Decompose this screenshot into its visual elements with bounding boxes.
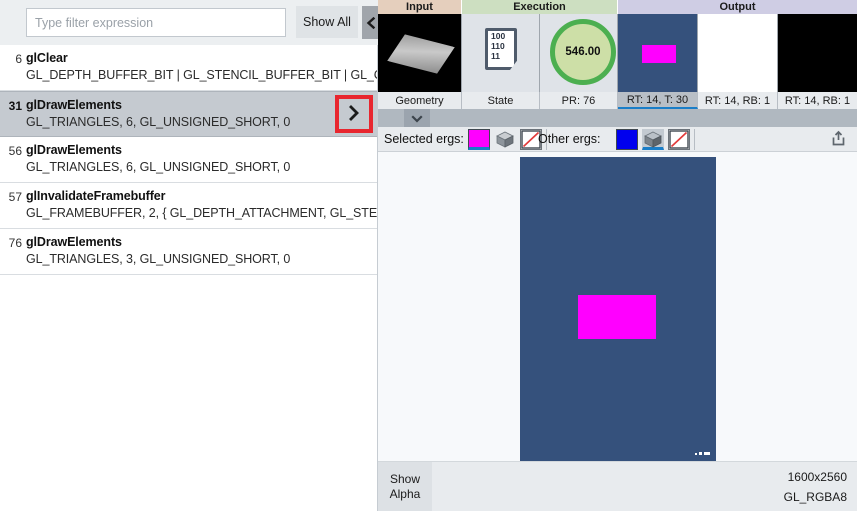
thumbnail-row: 100 110 11 546.00 [378, 14, 857, 92]
other-ergs-color-swatch[interactable] [616, 129, 638, 150]
state-bit-row-0: 100 [491, 31, 506, 41]
toolbar-separator-2 [694, 129, 695, 150]
tab-rendertarget-3[interactable]: RT: 14, RB: 1 [778, 92, 857, 109]
selected-ergs-cube-button[interactable] [494, 129, 516, 150]
call-row-2[interactable]: 56 glDrawElements GL_TRIANGLES, 6, GL_UN… [0, 137, 377, 183]
geometry-dropdown-button[interactable] [404, 109, 430, 127]
cube-icon [495, 130, 515, 149]
chevron-down-icon [411, 111, 423, 126]
ergs-toolbar: Selected ergs: Other ergs: [378, 127, 857, 152]
canvas-scale-marks [695, 452, 710, 455]
tab-rendertarget-2[interactable]: RT: 14, RB: 1 [698, 92, 778, 109]
pr-value-circle: 546.00 [550, 19, 616, 85]
call-index: 57 [8, 190, 22, 204]
render-target-viewer[interactable] [378, 152, 857, 461]
call-name: glClear [26, 51, 68, 65]
tab-state[interactable]: State [462, 92, 540, 109]
call-index: 56 [8, 144, 22, 158]
no-draw-icon [669, 130, 689, 149]
filter-toolbar: Show All [0, 0, 380, 45]
tab-geometry[interactable]: Geometry [378, 92, 462, 109]
other-ergs-cube-button[interactable] [642, 129, 664, 150]
thumbnail-rendertarget-2[interactable] [698, 14, 778, 92]
show-alpha-line-2: Alpha [389, 486, 421, 501]
call-list-panel: Show All 6 glClear GL_DEPTH_BUFFER_BIT |… [0, 0, 380, 511]
rt-primitive-preview [642, 45, 676, 63]
call-row-3[interactable]: 57 glInvalidateFramebuffer GL_FRAMEBUFFE… [0, 183, 377, 229]
call-row-1-selected[interactable]: 31 glDrawElements GL_TRIANGLES, 6, GL_UN… [0, 91, 377, 137]
viewer-status-bar: Show Alpha 1600x2560 GL_RGBA8 [378, 461, 857, 511]
show-alpha-button[interactable]: Show Alpha [378, 462, 432, 511]
category-output: Output [618, 0, 857, 14]
resolution-label: 1600x2560 [787, 470, 847, 484]
thumbnail-state[interactable]: 100 110 11 [462, 14, 540, 92]
filter-input[interactable] [26, 8, 286, 37]
other-ergs-none-button[interactable] [668, 129, 690, 150]
call-args: GL_DEPTH_BUFFER_BIT | GL_STENCIL_BUFFER_… [26, 68, 377, 82]
export-button[interactable] [826, 129, 850, 150]
call-args: GL_TRIANGLES, 6, GL_UNSIGNED_SHORT, 0 [26, 115, 291, 129]
call-args: GL_TRIANGLES, 6, GL_UNSIGNED_SHORT, 0 [26, 160, 291, 174]
thumbnail-geometry[interactable] [378, 14, 462, 92]
state-bit-row-1: 110 [491, 41, 505, 51]
chevron-left-icon [366, 16, 376, 29]
call-index: 6 [15, 52, 22, 66]
selected-ergs-color-swatch[interactable] [468, 129, 490, 150]
call-index: 76 [8, 236, 22, 250]
category-input: Input [378, 0, 462, 14]
state-bit-row-2: 11 [491, 51, 500, 61]
call-list[interactable]: 6 glClear GL_DEPTH_BUFFER_BIT | GL_STENC… [0, 45, 377, 511]
call-row-4[interactable]: 76 glDrawElements GL_TRIANGLES, 3, GL_UN… [0, 229, 377, 275]
category-execution: Execution [462, 0, 618, 14]
tab-rendertarget-1[interactable]: RT: 14, T: 30 [618, 92, 698, 109]
render-target-canvas[interactable] [520, 157, 716, 461]
call-name: glDrawElements [26, 98, 122, 112]
thumbnail-pipeline-result[interactable]: 546.00 [540, 14, 618, 92]
show-alpha-line-1: Show [389, 471, 421, 486]
cube-icon [643, 130, 663, 149]
export-icon [830, 130, 847, 150]
call-row-0[interactable]: 6 glClear GL_DEPTH_BUFFER_BIT | GL_STENC… [0, 45, 377, 91]
call-name: glInvalidateFramebuffer [26, 189, 166, 203]
tab-pr[interactable]: PR: 76 [540, 92, 618, 109]
call-args: GL_FRAMEBUFFER, 2, { GL_DEPTH_ATTACHMENT… [26, 206, 377, 220]
category-header-strip: Input Execution Output [378, 0, 857, 14]
dropdown-strip [378, 109, 857, 127]
show-all-button[interactable]: Show All [296, 6, 358, 38]
pixel-format-label: GL_RGBA8 [783, 490, 847, 504]
jump-to-call-button[interactable] [335, 95, 373, 133]
call-index: 31 [8, 99, 22, 113]
other-ergs-label: Other ergs: [538, 132, 601, 146]
thumbnail-tab-row: Geometry State PR: 76 RT: 14, T: 30 RT: … [378, 92, 857, 109]
inspector-panel: Input Execution Output 100 110 11 546.00 [378, 0, 857, 511]
call-name: glDrawElements [26, 235, 122, 249]
call-name: glDrawElements [26, 143, 122, 157]
chevron-right-icon [347, 104, 361, 124]
thumbnail-rendertarget-3[interactable] [778, 14, 857, 92]
app-root: Show All 6 glClear GL_DEPTH_BUFFER_BIT |… [0, 0, 857, 511]
call-args: GL_TRIANGLES, 3, GL_UNSIGNED_SHORT, 0 [26, 252, 291, 266]
geometry-quad-icon [380, 28, 462, 79]
rendered-primitive [578, 295, 656, 339]
thumbnail-rendertarget-1[interactable] [618, 14, 698, 92]
state-bits: 100 110 11 [489, 31, 517, 61]
selected-ergs-label: Selected ergs: [384, 132, 464, 146]
